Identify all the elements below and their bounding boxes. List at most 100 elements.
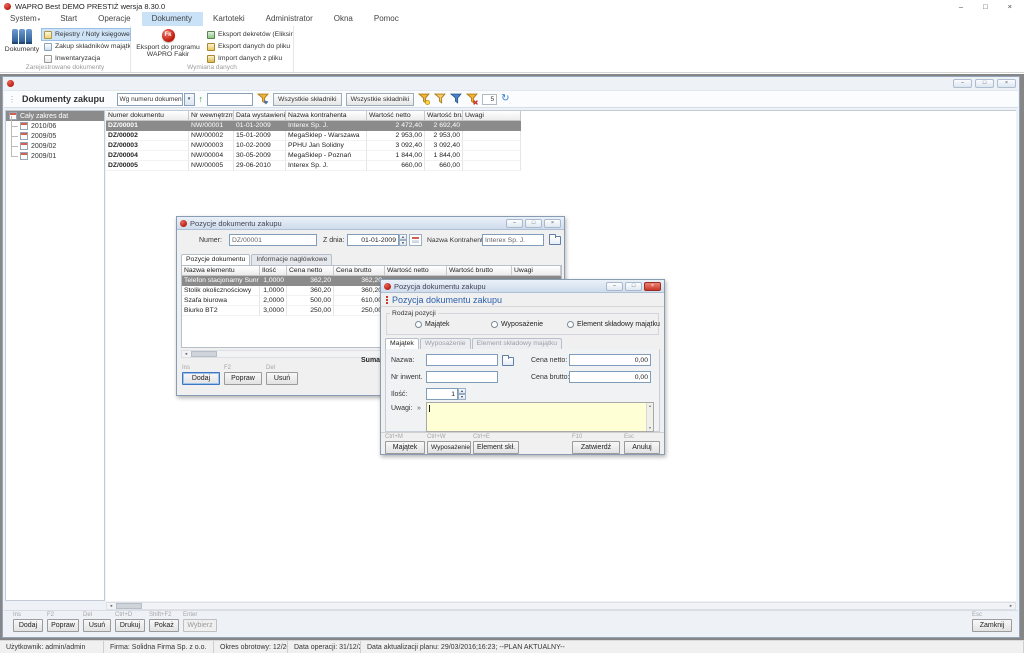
table-row[interactable]: DZ/00005NW/0000529-06-2010Interex Sp. J.…: [106, 161, 521, 171]
tab[interactable]: Majątek: [385, 338, 419, 349]
radio-element-skladowy[interactable]: Element składowy majątku: [567, 321, 660, 328]
menu-item[interactable]: Operacje: [88, 12, 141, 27]
scroll-up-icon[interactable]: ▲: [647, 404, 653, 408]
uwagi-textarea[interactable]: ▲ ▼: [426, 402, 654, 432]
ribbon-item[interactable]: Import danych z pliku: [205, 53, 293, 64]
ilosc-field[interactable]: [426, 388, 458, 400]
kontrahent-field[interactable]: [482, 234, 544, 246]
menu-item[interactable]: Dokumenty: [142, 12, 203, 27]
z-dnia-field[interactable]: [347, 234, 399, 246]
minimize-icon[interactable]: –: [959, 1, 963, 12]
folder-icon[interactable]: [549, 236, 561, 245]
column-header[interactable]: Wartość netto: [367, 111, 425, 120]
menu-item[interactable]: System▾: [0, 12, 50, 27]
action-button[interactable]: Wyposażenie: [427, 441, 471, 454]
minimize-icon[interactable]: –: [606, 282, 623, 291]
action-button[interactable]: Usuń: [266, 372, 298, 385]
horizontal-scrollbar[interactable]: ◄ ►: [106, 602, 1016, 610]
numer-field[interactable]: [229, 234, 317, 246]
menu-item[interactable]: Kartoteki: [203, 12, 256, 27]
tab[interactable]: Wyposażenie: [420, 338, 471, 349]
tree-item[interactable]: 2009/01: [18, 151, 104, 161]
ribbon-item[interactable]: Eksport danych do pliku: [205, 41, 293, 52]
ribbon-item[interactable]: Eksport dekretów (Eliksir): [205, 29, 293, 40]
tab[interactable]: Element składowy majątku: [472, 338, 562, 349]
action-button[interactable]: Zatwierdź: [572, 441, 620, 454]
all-components-button-1[interactable]: Wszystkie składniki: [273, 93, 342, 106]
filter-icon[interactable]: [450, 93, 462, 105]
column-header[interactable]: Uwagi: [463, 111, 521, 120]
tab[interactable]: Informacje nagłówkowe: [251, 254, 332, 265]
table-row[interactable]: DZ/00002NW/0000215-01-2009MegaSklep - Wa…: [106, 131, 521, 141]
radio-majatek[interactable]: Majątek: [415, 321, 450, 328]
action-button[interactable]: Dodaj: [13, 619, 43, 632]
menu-item[interactable]: Pomoc: [364, 12, 410, 27]
scroll-left-icon[interactable]: ◄: [182, 351, 190, 357]
menu-item[interactable]: Start: [50, 12, 88, 27]
table-row[interactable]: DZ/00004NW/0000430-05-2009MegaSklep - Po…: [106, 151, 521, 161]
minimize-icon[interactable]: –: [953, 79, 972, 88]
column-header[interactable]: Uwagi: [512, 266, 561, 275]
action-button[interactable]: Element skł.: [473, 441, 519, 454]
sort-combobox[interactable]: Wg numeru dokumentu ▾: [117, 93, 195, 106]
action-button[interactable]: Popraw: [224, 372, 262, 385]
action-button[interactable]: Wybierz: [183, 619, 217, 632]
radio-wyposazenie[interactable]: Wyposażenie: [491, 321, 543, 328]
zamknij-button[interactable]: Zamknij: [972, 619, 1012, 632]
close-icon[interactable]: ×: [1008, 1, 1012, 12]
calendar-button[interactable]: [409, 234, 422, 246]
sort-ascending-icon[interactable]: ↑: [199, 95, 204, 104]
ribbon-item[interactable]: Rejestry / Noty księgowe: [42, 29, 130, 40]
restore-icon[interactable]: □: [983, 1, 988, 12]
column-header[interactable]: Data wystawienia: [234, 111, 286, 120]
restore-icon[interactable]: □: [525, 219, 542, 228]
column-header[interactable]: Nazwa elementu: [182, 266, 260, 275]
column-header[interactable]: Wartość brutto: [425, 111, 463, 120]
nr-inwent-field[interactable]: [426, 371, 498, 383]
action-button[interactable]: Popraw: [47, 619, 79, 632]
tree-item[interactable]: 2009/02: [18, 141, 104, 151]
dialog-titlebar[interactable]: Pozycje dokumentu zakupu – □ ×: [177, 217, 564, 230]
restore-icon[interactable]: □: [625, 282, 642, 291]
menu-item[interactable]: Okna: [324, 12, 364, 27]
action-button[interactable]: Majątek: [385, 441, 425, 454]
filter-clear-icon[interactable]: [466, 93, 478, 105]
column-header[interactable]: Ilość: [260, 266, 287, 275]
column-header[interactable]: Wartość netto: [385, 266, 447, 275]
tab[interactable]: Pozycje dokumentu: [181, 254, 250, 265]
filter-set-icon[interactable]: [418, 93, 430, 105]
scrollbar-thumb[interactable]: [191, 351, 217, 357]
eksport-fakir-button[interactable]: Fk Eksport do programuWAPRO Fakir: [135, 29, 201, 58]
minimize-icon[interactable]: –: [506, 219, 523, 228]
all-components-button-2[interactable]: Wszystkie składniki: [346, 93, 415, 106]
ribbon-item[interactable]: Inwentaryzacja: [42, 53, 130, 64]
restore-icon[interactable]: □: [975, 79, 994, 88]
action-button[interactable]: Dodaj: [182, 372, 220, 385]
date-stepper[interactable]: ▲▼: [399, 234, 407, 246]
column-header[interactable]: Cena netto: [287, 266, 334, 275]
filter-edit-icon[interactable]: [434, 93, 446, 105]
column-header[interactable]: Wartość brutto: [447, 266, 512, 275]
close-icon[interactable]: ×: [644, 282, 661, 291]
scrollbar-thumb[interactable]: [116, 603, 142, 609]
menu-item[interactable]: Administrator: [256, 12, 324, 27]
dokumenty-button[interactable]: Dokumenty: [4, 29, 40, 53]
search-input[interactable]: [207, 93, 253, 106]
column-header[interactable]: Cena brutto: [334, 266, 385, 275]
cena-netto-field[interactable]: [569, 354, 651, 366]
tree-root[interactable]: Cały zakres dat: [6, 111, 104, 121]
tree-item[interactable]: 2009/05: [18, 131, 104, 141]
nazwa-field[interactable]: [426, 354, 498, 366]
close-icon[interactable]: ×: [544, 219, 561, 228]
refresh-icon[interactable]: ↻: [501, 94, 509, 104]
close-icon[interactable]: ×: [997, 79, 1016, 88]
tree-item[interactable]: 2010/06: [18, 121, 104, 131]
textarea-scrollbar[interactable]: ▲ ▼: [646, 403, 653, 431]
column-header[interactable]: Numer dokumentu: [106, 111, 189, 120]
folder-icon[interactable]: [502, 357, 514, 366]
column-header[interactable]: Nr wewnętrzny: [189, 111, 234, 120]
scroll-down-icon[interactable]: ▼: [647, 426, 653, 430]
chevron-down-icon[interactable]: ▾: [184, 93, 195, 106]
column-header[interactable]: Nazwa kontrahenta: [286, 111, 367, 120]
scroll-right-icon[interactable]: ►: [1007, 603, 1015, 609]
